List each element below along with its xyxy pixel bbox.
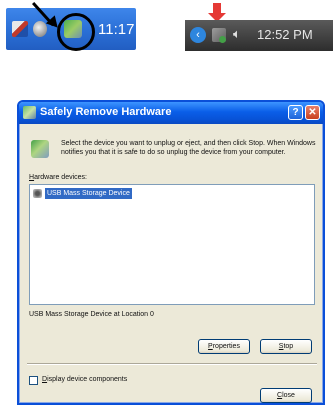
help-button[interactable]: ? [288, 105, 303, 120]
taskbar-time: 12:52 PM [257, 27, 313, 42]
display-components-checkbox[interactable] [29, 376, 38, 385]
device-status-text: USB Mass Storage Device at Location 0 [29, 311, 154, 318]
taskbar-clock: 11:17 [98, 21, 135, 38]
usb-eject-icon[interactable] [212, 28, 226, 43]
display-components-label[interactable]: Display device components [42, 376, 127, 383]
dialog-title: Safely Remove Hardware [40, 106, 172, 118]
device-name: USB Mass Storage Device [45, 188, 132, 199]
highlight-circle [57, 13, 95, 51]
title-bar[interactable]: Safely Remove Hardware ? ✕ [19, 102, 323, 124]
list-item[interactable]: USB Mass Storage Device [33, 188, 132, 199]
xp-taskbar-tray: 11:17 [6, 1, 136, 51]
instructions-text: Select the device you want to unplug or … [61, 140, 316, 156]
hardware-devices-label: Hardware devices: [29, 174, 87, 181]
network-icon[interactable] [12, 21, 28, 37]
volume-icon[interactable]: 🔈︎ [233, 26, 241, 42]
hardware-icon [23, 106, 36, 119]
close-window-button[interactable]: ✕ [305, 105, 320, 120]
usb-device-icon [33, 189, 42, 198]
divider [27, 363, 317, 365]
close-button[interactable]: Close [260, 388, 312, 403]
win7-taskbar-tray: ‹ 🔈︎ 12:52 PM [185, 20, 333, 51]
eject-hardware-icon [31, 140, 49, 158]
hardware-devices-list[interactable]: USB Mass Storage Device [29, 184, 315, 305]
show-hidden-icons-icon[interactable]: ‹ [190, 27, 206, 43]
stop-button[interactable]: Stop [260, 339, 312, 354]
safely-remove-hardware-dialog: Safely Remove Hardware ? ✕ Select the de… [17, 100, 325, 405]
properties-button[interactable]: Properties [198, 339, 250, 354]
